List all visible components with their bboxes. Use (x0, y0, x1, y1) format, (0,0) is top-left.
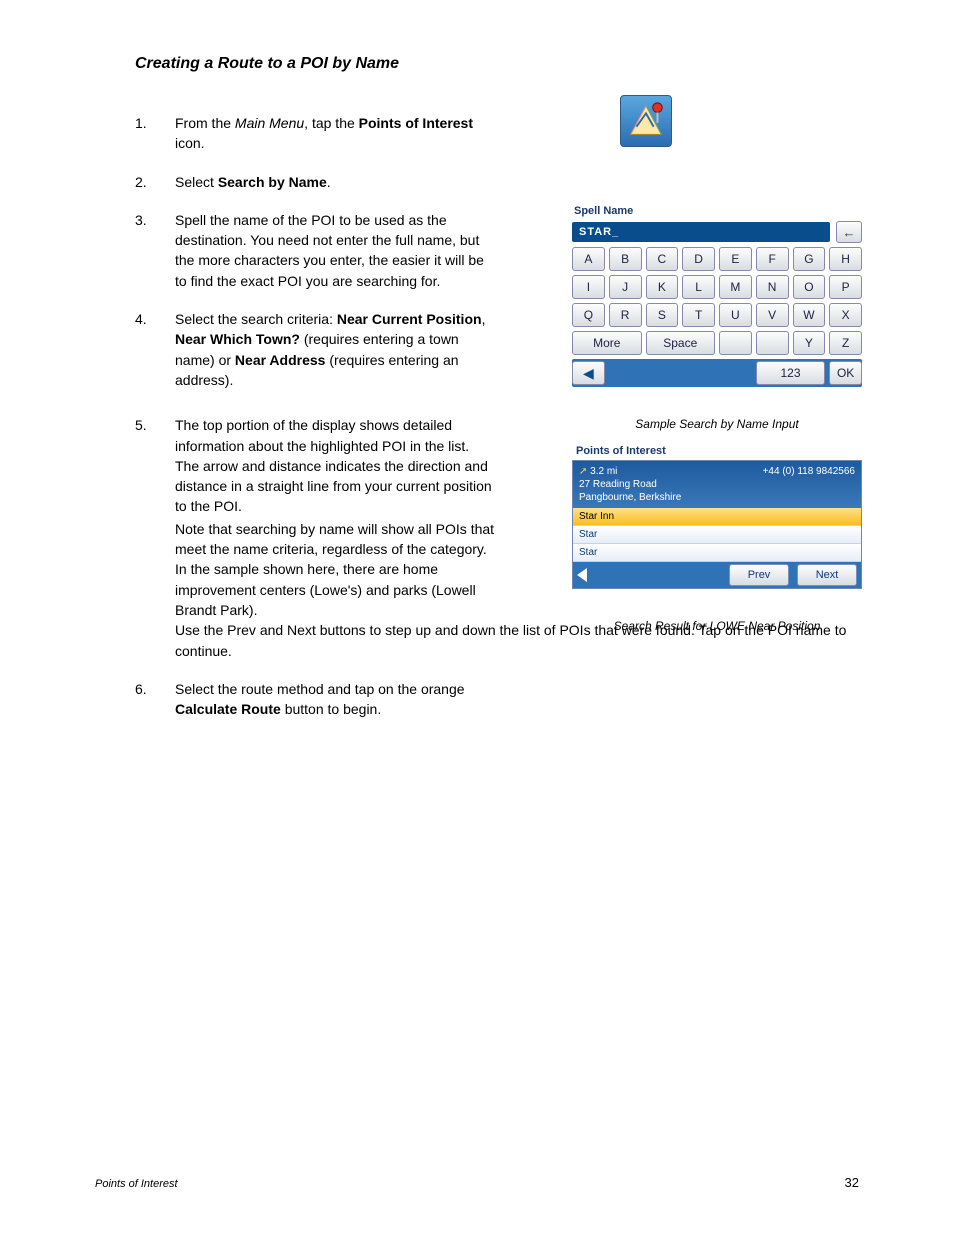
page-title: Creating a Route to a POI by Name (135, 55, 859, 73)
prev-button[interactable]: Prev (729, 564, 789, 586)
page-footer: Points of Interest 32 (95, 1175, 859, 1190)
key-v[interactable]: V (756, 303, 789, 327)
keypad-header: Spell Name (574, 205, 862, 217)
key-y[interactable]: Y (793, 331, 826, 355)
result-addr1: 27 Reading Road (579, 478, 855, 491)
key-g[interactable]: G (793, 247, 826, 271)
key-o[interactable]: O (793, 275, 826, 299)
step-1: From the Main Menu, tap the Points of In… (175, 113, 495, 154)
key-s[interactable]: S (646, 303, 679, 327)
footer-section: Points of Interest (95, 1178, 178, 1190)
result-item[interactable]: Star (573, 526, 861, 544)
key-b[interactable]: B (609, 247, 642, 271)
key-w[interactable]: W (793, 303, 826, 327)
key-u[interactable]: U (719, 303, 752, 327)
key-i[interactable]: I (572, 275, 605, 299)
keypad-back-button[interactable]: ◀ (572, 361, 605, 385)
key-z[interactable]: Z (829, 331, 862, 355)
backspace-button[interactable]: ← (836, 221, 862, 243)
key-blank (756, 331, 789, 355)
key-l[interactable]: L (682, 275, 715, 299)
keypad-input[interactable]: STAR_ (572, 222, 830, 242)
key-p[interactable]: P (829, 275, 862, 299)
result-item[interactable]: Star (573, 544, 861, 562)
key-n[interactable]: N (756, 275, 789, 299)
key-e[interactable]: E (719, 247, 752, 271)
key-r[interactable]: R (609, 303, 642, 327)
step-2: Select Search by Name. (175, 172, 495, 192)
key-d[interactable]: D (682, 247, 715, 271)
key-m[interactable]: M (719, 275, 752, 299)
key-k[interactable]: K (646, 275, 679, 299)
key-space[interactable]: Space (646, 331, 716, 355)
key-c[interactable]: C (646, 247, 679, 271)
spacer (609, 361, 752, 385)
result-distance: 3.2 mi (590, 466, 617, 477)
key-j[interactable]: J (609, 275, 642, 299)
keypad-caption: Sample Search by Name Input (572, 417, 862, 431)
key-more[interactable]: More (572, 331, 642, 355)
poi-icon (620, 95, 672, 147)
footer-page: 32 (845, 1175, 859, 1190)
figure-keypad: Spell Name STAR_ ← ABCDEFGH IJKLMNOP QRSTU… (572, 205, 862, 431)
results-back-button[interactable] (577, 568, 587, 582)
step-6: Select the route method and tap on the o… (175, 679, 495, 720)
next-button[interactable]: Next (797, 564, 857, 586)
direction-arrow-icon: ➚ (579, 466, 587, 477)
result-item[interactable]: Star Inn (573, 508, 861, 526)
results-header: Points of Interest (576, 445, 862, 457)
result-detail-panel: ➚ 3.2 mi +44 (0) 118 9842566 27 Reading … (573, 461, 861, 508)
result-addr2: Pangbourne, Berkshire (579, 491, 855, 504)
step-5: The top portion of the display shows det… (175, 415, 495, 661)
key-a[interactable]: A (572, 247, 605, 271)
key-t[interactable]: T (682, 303, 715, 327)
step-4: Select the search criteria: Near Current… (175, 309, 495, 390)
step-3: Spell the name of the POI to be used as … (175, 210, 495, 291)
key-q[interactable]: Q (572, 303, 605, 327)
result-phone: +44 (0) 118 9842566 (763, 465, 855, 478)
key-x[interactable]: X (829, 303, 862, 327)
key-ok[interactable]: OK (829, 361, 862, 385)
key-123[interactable]: 123 (756, 361, 826, 385)
key-blank (719, 331, 752, 355)
key-h[interactable]: H (829, 247, 862, 271)
key-f[interactable]: F (756, 247, 789, 271)
figure-results: Points of Interest ➚ 3.2 mi +44 (0) 118 … (572, 445, 862, 633)
